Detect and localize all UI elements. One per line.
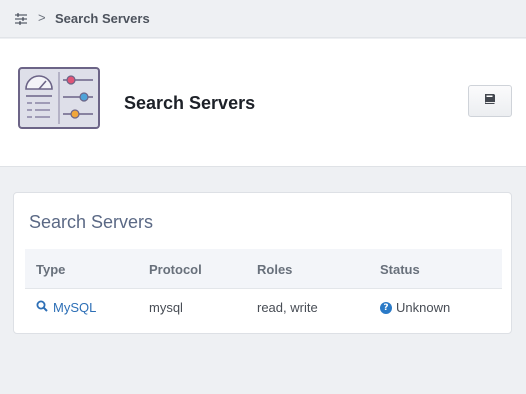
sliders-icon[interactable] bbox=[14, 12, 28, 26]
server-status-label: Unknown bbox=[396, 300, 451, 315]
server-config-illustration-icon bbox=[18, 67, 100, 129]
server-type-label: MySQL bbox=[53, 300, 97, 315]
page-title: Search Servers bbox=[124, 93, 256, 113]
column-header-status[interactable]: Status bbox=[380, 262, 420, 277]
table-header: Type Protocol Roles Status bbox=[25, 249, 502, 289]
question-circle-icon: ? bbox=[380, 301, 392, 314]
breadcrumb-current: Search Servers bbox=[55, 11, 150, 26]
column-header-roles[interactable]: Roles bbox=[257, 262, 292, 277]
breadcrumb-bar: > Search Servers bbox=[0, 0, 526, 38]
column-header-protocol[interactable]: Protocol bbox=[149, 262, 202, 277]
server-type-link[interactable]: MySQL bbox=[36, 300, 96, 315]
search-icon bbox=[36, 300, 48, 315]
documentation-button[interactable] bbox=[468, 85, 512, 117]
search-servers-card: Search Servers Type Protocol Roles Statu… bbox=[13, 192, 512, 334]
column-header-type[interactable]: Type bbox=[36, 262, 65, 277]
breadcrumb-separator: > bbox=[38, 10, 46, 25]
card-title: Search Servers bbox=[29, 212, 154, 232]
page-header: Search Servers bbox=[0, 39, 526, 167]
server-status: ? Unknown bbox=[380, 300, 450, 315]
table-row: MySQL mysql read, write ? Unknown bbox=[25, 289, 502, 327]
server-protocol: mysql bbox=[149, 300, 183, 315]
server-roles: read, write bbox=[257, 300, 318, 315]
book-icon bbox=[483, 92, 497, 110]
